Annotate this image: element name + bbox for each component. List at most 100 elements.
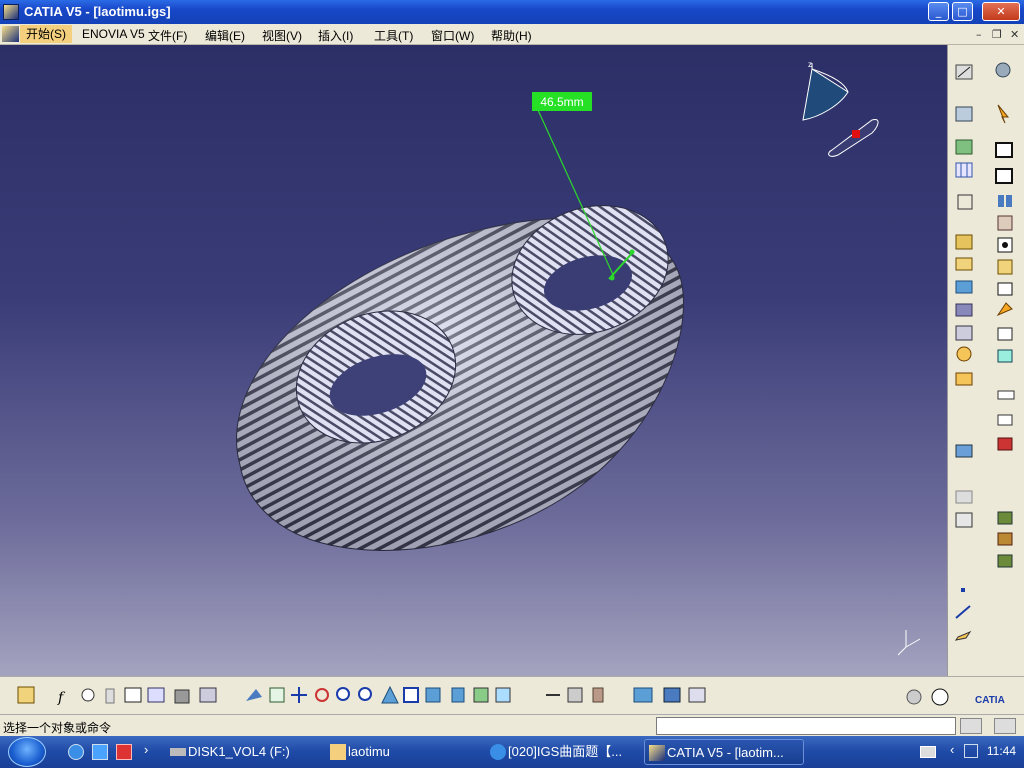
- select-arrow-icon[interactable]: [997, 104, 1010, 124]
- app-quicklaunch-icon[interactable]: [116, 744, 132, 760]
- fit-all-icon[interactable]: [269, 687, 285, 703]
- fillet-icon[interactable]: [955, 280, 973, 294]
- wireframe-icon[interactable]: [997, 327, 1013, 341]
- point-icon[interactable]: [961, 588, 965, 592]
- window-icon[interactable]: [995, 168, 1013, 184]
- formula-icon[interactable]: f: [57, 690, 66, 706]
- constraint-icon[interactable]: [955, 106, 973, 122]
- command-help-button[interactable]: [994, 718, 1016, 734]
- extrude-icon[interactable]: [955, 139, 973, 155]
- tree-icon[interactable]: [147, 687, 165, 703]
- line-icon[interactable]: [955, 605, 971, 619]
- swap-visible-icon[interactable]: [495, 687, 511, 703]
- copy-icon[interactable]: [955, 490, 973, 504]
- menu-help[interactable]: 帮助(H): [491, 27, 532, 44]
- measure-icon[interactable]: [997, 349, 1013, 363]
- task-folder[interactable]: laotimu: [326, 739, 476, 765]
- table-icon[interactable]: [124, 687, 142, 703]
- zoom-in-icon[interactable]: [336, 687, 350, 701]
- paste-icon[interactable]: [955, 512, 973, 528]
- envelope-icon[interactable]: [955, 372, 973, 386]
- refresh-icon[interactable]: [906, 689, 922, 705]
- plane-icon[interactable]: [954, 630, 972, 641]
- quicklaunch-expand-icon[interactable]: ›: [144, 742, 148, 757]
- zoom-out-icon[interactable]: [358, 687, 372, 701]
- shading-icon[interactable]: [451, 687, 465, 703]
- pocket-icon[interactable]: [997, 259, 1013, 275]
- binoculars-icon[interactable]: [998, 195, 1012, 207]
- task-browser[interactable]: [020]IGS曲面题【...: [486, 739, 636, 765]
- text-abc-icon[interactable]: [997, 390, 1015, 400]
- start-button[interactable]: [8, 737, 46, 767]
- box-icon[interactable]: [955, 234, 973, 250]
- ie-quicklaunch-icon[interactable]: [68, 744, 84, 760]
- doc-restore-button[interactable]: ❐: [992, 28, 1002, 41]
- apply-material-icon[interactable]: [633, 687, 653, 703]
- comment-icon[interactable]: [81, 688, 95, 702]
- menu-start[interactable]: 开始(S): [20, 25, 72, 43]
- update-icon[interactable]: [17, 686, 35, 704]
- compass-icon[interactable]: z: [802, 60, 879, 157]
- pan-icon[interactable]: [291, 687, 307, 703]
- catalog-icon[interactable]: [688, 687, 706, 703]
- fly-mode-icon[interactable]: [246, 689, 262, 701]
- 3d-viewport[interactable]: 46.5mm z: [0, 45, 947, 676]
- fit-icon[interactable]: [957, 194, 973, 210]
- hide-show-icon[interactable]: [473, 687, 489, 703]
- layer-icon[interactable]: [955, 444, 973, 458]
- surface-model[interactable]: [236, 184, 687, 551]
- command-input[interactable]: [656, 717, 956, 735]
- menu-insert[interactable]: 插入(I): [318, 27, 353, 44]
- balloon-icon[interactable]: [997, 414, 1013, 426]
- catia-app-icon[interactable]: [3, 4, 19, 20]
- scene-icon[interactable]: [997, 554, 1013, 568]
- gear-icon[interactable]: [995, 62, 1011, 78]
- shell-icon[interactable]: [955, 257, 973, 271]
- explorer-quicklaunch-icon[interactable]: [92, 744, 108, 760]
- rotate-icon[interactable]: [315, 688, 329, 702]
- chamfer-icon[interactable]: [997, 282, 1013, 296]
- target-icon[interactable]: [997, 237, 1013, 253]
- task-drive[interactable]: DISK1_VOL4 (F:): [166, 739, 316, 765]
- law-icon[interactable]: [105, 688, 115, 704]
- doc-close-button[interactable]: ✕: [1010, 28, 1019, 41]
- draft-icon[interactable]: [955, 303, 973, 317]
- frame-icon[interactable]: [995, 142, 1013, 158]
- camera-icon[interactable]: [997, 511, 1013, 525]
- model-canvas[interactable]: 46.5mm z: [0, 45, 947, 676]
- close-button[interactable]: ✕: [982, 2, 1020, 21]
- multi-view-icon[interactable]: [403, 687, 419, 703]
- menu-edit[interactable]: 编辑(E): [205, 27, 245, 44]
- menu-window[interactable]: 窗口(W): [431, 27, 474, 44]
- render-icon[interactable]: [997, 532, 1013, 546]
- normal-view-icon[interactable]: [381, 685, 399, 704]
- cylinder-icon[interactable]: [997, 215, 1013, 231]
- task-catia[interactable]: CATIA V5 - [laotim...: [644, 739, 804, 765]
- menu-tools[interactable]: 工具(T): [374, 27, 413, 44]
- analysis-icon[interactable]: [663, 687, 681, 703]
- assembly-icon[interactable]: [955, 325, 973, 341]
- keyboard-icon[interactable]: [920, 746, 936, 758]
- compass-rose-icon[interactable]: [956, 346, 972, 362]
- clock[interactable]: 11:44: [987, 744, 1016, 758]
- tray-expand-icon[interactable]: ‹: [950, 742, 954, 757]
- command-cancel-button[interactable]: [960, 718, 982, 734]
- measure-item-icon[interactable]: [567, 687, 583, 703]
- hand-icon[interactable]: [931, 688, 949, 706]
- minimize-button[interactable]: _: [928, 2, 949, 21]
- maximize-button[interactable]: □: [952, 2, 973, 21]
- flag-icon[interactable]: [997, 437, 1013, 451]
- sketch-icon[interactable]: [955, 64, 973, 80]
- document-icon[interactable]: [2, 26, 19, 42]
- lock-icon[interactable]: [174, 689, 190, 704]
- menu-view[interactable]: 视图(V): [262, 27, 302, 44]
- grid-icon[interactable]: [955, 162, 973, 178]
- iso-view-icon[interactable]: [425, 687, 441, 703]
- measure-inertia-icon[interactable]: [592, 687, 604, 703]
- menu-file[interactable]: 文件(F): [148, 27, 187, 44]
- doc-minimize-button[interactable]: –: [976, 28, 982, 41]
- thickness-icon[interactable]: [996, 302, 1013, 317]
- menu-enovia[interactable]: ENOVIA V5: [82, 27, 145, 41]
- knowledge-icon[interactable]: [199, 687, 217, 703]
- network-icon[interactable]: [964, 744, 978, 758]
